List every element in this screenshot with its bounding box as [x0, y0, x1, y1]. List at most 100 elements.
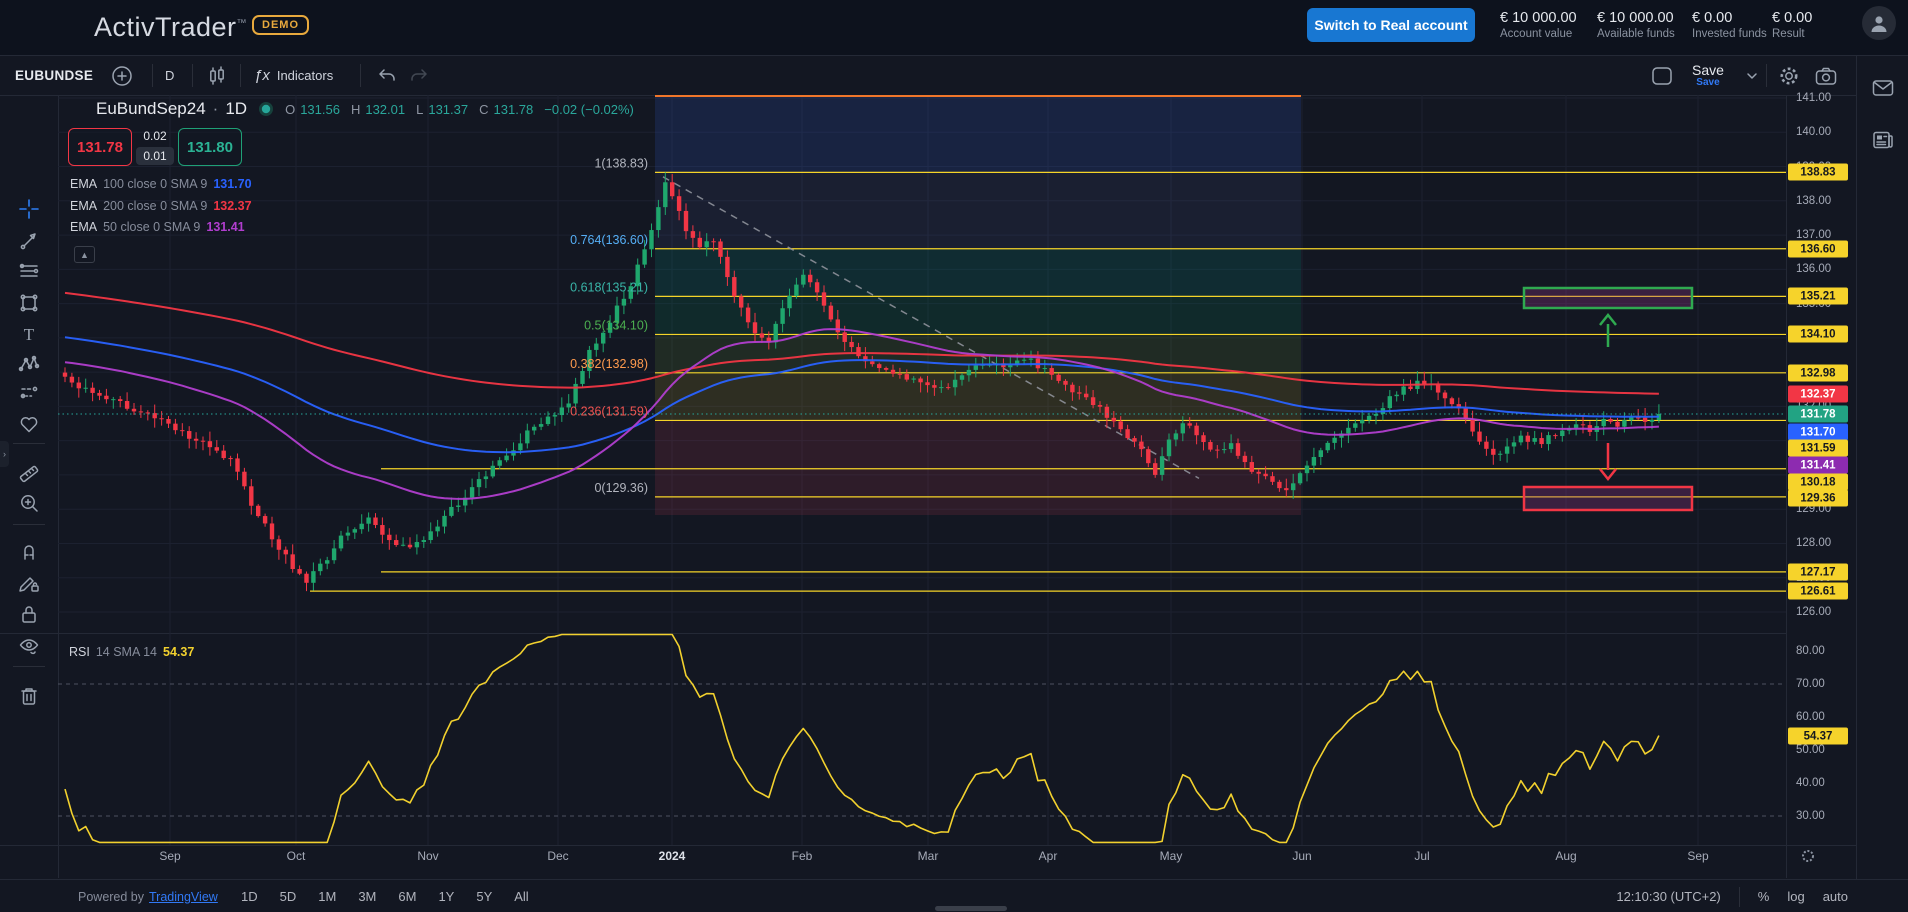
range-3m[interactable]: 3M: [349, 887, 385, 906]
rsi-legend[interactable]: RSI 14 SMA 14 54.37: [69, 645, 194, 659]
user-avatar[interactable]: [1862, 6, 1896, 40]
forecast-tool[interactable]: [18, 382, 40, 404]
lock-all-tool[interactable]: [18, 603, 40, 625]
interval-button[interactable]: D: [165, 56, 174, 95]
clock-display[interactable]: 12:10:30 (UTC+2): [1616, 889, 1720, 904]
mail-icon[interactable]: [1871, 76, 1895, 100]
rsi-tick: 50.00: [1796, 744, 1825, 756]
time-axis-label: Sep: [159, 849, 180, 863]
log-scale-button[interactable]: log: [1787, 889, 1804, 904]
demo-badge: DEMO: [252, 15, 309, 35]
measure-tool[interactable]: [18, 462, 40, 484]
percent-scale-button[interactable]: %: [1758, 889, 1770, 904]
range-1y[interactable]: 1Y: [429, 887, 463, 906]
range-5d[interactable]: 5D: [271, 887, 306, 906]
time-axis-label: May: [1160, 849, 1183, 863]
emoji-tool[interactable]: [18, 413, 40, 435]
pane-separator[interactable]: [0, 633, 1786, 634]
time-axis-label: Feb: [792, 849, 813, 863]
range-6m[interactable]: 6M: [389, 887, 425, 906]
redo-icon: [408, 65, 430, 87]
price-badge: 131.59: [1788, 440, 1848, 457]
auto-scale-button[interactable]: auto: [1823, 889, 1848, 904]
candlestick-icon: [206, 65, 228, 87]
interval-label[interactable]: 1D: [225, 99, 247, 119]
chart-settings-button[interactable]: [1778, 56, 1800, 95]
market-open-dot[interactable]: [258, 101, 274, 117]
price-badge: 131.41: [1788, 457, 1848, 474]
price-tick: 141.00: [1796, 92, 1831, 104]
range-1d[interactable]: 1D: [232, 887, 267, 906]
price-badge: 136.60: [1788, 241, 1848, 258]
price-badge: 130.18: [1788, 474, 1848, 491]
save-dropdown-button[interactable]: [1744, 56, 1760, 95]
svg-text:0.382(132.98): 0.382(132.98): [570, 357, 648, 371]
indicator-row-ema50[interactable]: EMA50 close 0 SMA 9 131.41: [70, 220, 245, 234]
tradingview-link[interactable]: TradingView: [149, 890, 218, 904]
fib-lines-tool[interactable]: [18, 260, 40, 282]
hide-drawings-tool[interactable]: [18, 635, 40, 657]
symbol-search-button[interactable]: EUBUNDSE: [15, 56, 93, 95]
chart-toolbar: EUBUNDSE D ƒx Indicators: [0, 56, 1908, 96]
price-tick: 140.00: [1796, 126, 1831, 138]
range-1m[interactable]: 1M: [309, 887, 345, 906]
chart-style-button[interactable]: [206, 56, 228, 95]
indicators-button[interactable]: ƒx Indicators: [254, 56, 333, 95]
svg-text:0.764(136.60): 0.764(136.60): [570, 233, 648, 247]
price-tick: 136.00: [1796, 263, 1831, 275]
camera-icon: [1814, 65, 1838, 87]
time-axis-settings-icon[interactable]: [1800, 848, 1816, 864]
time-axis-label: Dec: [547, 849, 568, 863]
crosshair-tool[interactable]: [18, 198, 40, 220]
top-header: ActivTrader™ DEMO Switch to Real account…: [0, 0, 1908, 56]
zoom-in-tool[interactable]: [18, 492, 40, 514]
brand-logo: ActivTrader™: [94, 12, 247, 43]
redo-button[interactable]: [408, 56, 430, 95]
news-icon[interactable]: [1871, 128, 1895, 152]
powered-by: Powered by TradingView: [78, 880, 218, 912]
price-badge: 126.61: [1788, 583, 1848, 600]
drawing-toolbar: T: [0, 96, 58, 878]
chart-canvas[interactable]: 1(138.83)0.764(136.60)0.618(135.21)0.5(1…: [0, 0, 1908, 912]
magnet-tool[interactable]: [18, 540, 40, 562]
symbol-title[interactable]: EuBundSep24: [96, 99, 206, 119]
price-badge: 138.83: [1788, 164, 1848, 181]
stat-result: € 0.00Result: [1772, 9, 1812, 42]
indicator-row-ema100[interactable]: EMA100 close 0 SMA 9 131.70: [70, 177, 252, 191]
layout-button[interactable]: [1650, 56, 1674, 95]
shapes-tool[interactable]: [18, 292, 40, 314]
undo-button[interactable]: [376, 56, 398, 95]
scrollbar-pill[interactable]: [935, 906, 1007, 911]
drawing-lock-tool[interactable]: [18, 572, 40, 594]
time-axis-label: Aug: [1555, 849, 1576, 863]
gear-icon: [1778, 65, 1800, 87]
watchlist-expander[interactable]: ›: [0, 441, 9, 467]
time-axis-label: Nov: [417, 849, 438, 863]
snapshot-button[interactable]: [1814, 56, 1838, 95]
pattern-tool[interactable]: [18, 353, 40, 375]
time-axis-label: 2024: [659, 849, 686, 863]
right-sidebar: [1857, 56, 1908, 912]
range-all[interactable]: All: [505, 887, 537, 906]
range-buttons: 1D5D1M3M6M1Y5YAll: [232, 880, 538, 912]
sell-button[interactable]: 131.78: [68, 128, 132, 166]
text-tool[interactable]: T: [18, 323, 40, 345]
svg-text:0.5(134.10): 0.5(134.10): [584, 318, 648, 332]
time-axis-label: Jul: [1414, 849, 1429, 863]
remove-drawings-tool[interactable]: [18, 685, 40, 707]
bottom-bar-right: 12:10:30 (UTC+2) % log auto: [1616, 880, 1848, 912]
stat-available-funds: € 10 000.00Available funds: [1597, 9, 1675, 42]
person-icon: [1868, 12, 1890, 34]
save-button[interactable]: Save Save: [1692, 56, 1724, 95]
legend-collapse-button[interactable]: ▲: [74, 246, 95, 263]
buy-button[interactable]: 131.80: [178, 128, 242, 166]
switch-to-real-button[interactable]: Switch to Real account: [1307, 8, 1475, 42]
svg-text:1(138.83): 1(138.83): [594, 156, 648, 170]
add-symbol-button[interactable]: [110, 56, 134, 95]
indicator-row-ema200[interactable]: EMA200 close 0 SMA 9 132.37: [70, 199, 252, 213]
trend-line-tool[interactable]: [18, 230, 40, 252]
range-5y[interactable]: 5Y: [467, 887, 501, 906]
price-tick: 128.00: [1796, 537, 1831, 549]
time-axis-separator: [0, 845, 1856, 846]
price-badge: 135.21: [1788, 288, 1848, 305]
